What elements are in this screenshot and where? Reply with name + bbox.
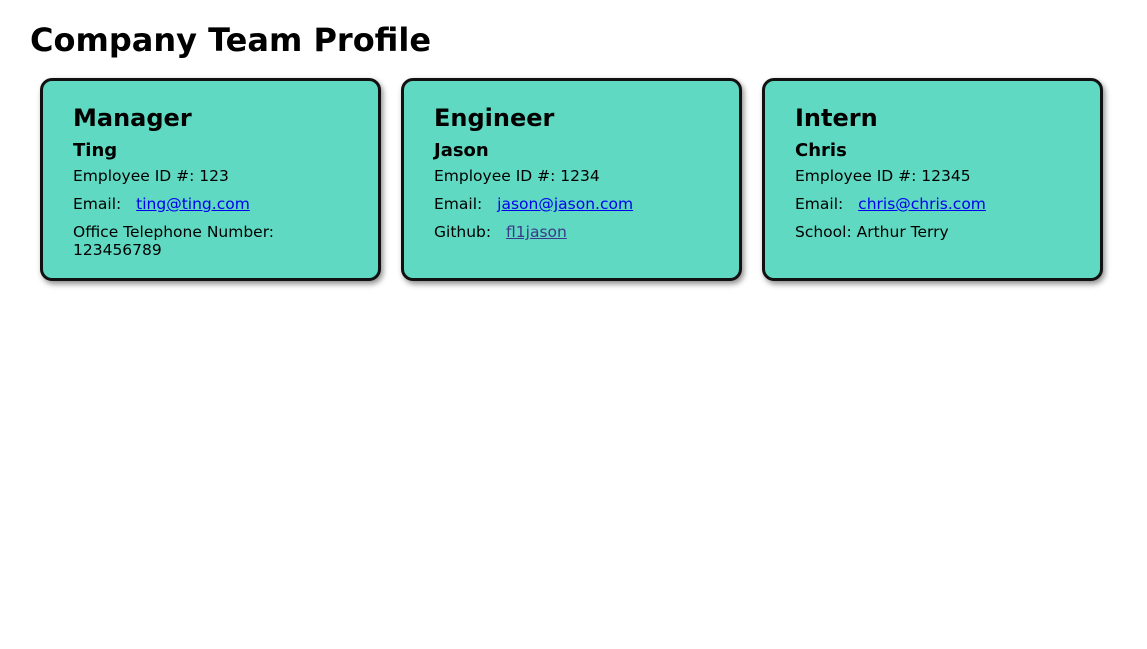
github-link[interactable]: fl1jason bbox=[506, 223, 567, 241]
card-info-list: Employee ID #: 1234 Email: jason@jason.c… bbox=[434, 167, 709, 241]
github-line: Github: fl1jason bbox=[434, 223, 709, 241]
team-cards: Manager Ting Employee ID #: 123 Email: t… bbox=[40, 78, 1103, 281]
school-label: School: bbox=[795, 223, 852, 241]
employee-id-value: 1234 bbox=[560, 167, 600, 185]
office-phone-line: Office Telephone Number: 123456789 bbox=[73, 223, 348, 259]
employee-id-line: Employee ID #: 123 bbox=[73, 167, 348, 185]
email-label: Email: bbox=[795, 195, 844, 213]
email-label: Email: bbox=[434, 195, 483, 213]
employee-id-label: Employee ID #: bbox=[73, 167, 195, 185]
intern-card: Intern Chris Employee ID #: 12345 Email:… bbox=[762, 78, 1103, 281]
email-line: Email: chris@chris.com bbox=[795, 195, 1070, 213]
page-title: Company Team Profile bbox=[30, 21, 432, 59]
email-link[interactable]: ting@ting.com bbox=[136, 195, 250, 213]
card-role: Intern bbox=[795, 104, 878, 132]
employee-id-line: Employee ID #: 1234 bbox=[434, 167, 709, 185]
email-label: Email: bbox=[73, 195, 122, 213]
card-name: Jason bbox=[434, 140, 489, 161]
email-line: Email: ting@ting.com bbox=[73, 195, 348, 213]
manager-card: Manager Ting Employee ID #: 123 Email: t… bbox=[40, 78, 381, 281]
employee-id-value: 12345 bbox=[921, 167, 971, 185]
email-link[interactable]: jason@jason.com bbox=[497, 195, 633, 213]
school-value: Arthur Terry bbox=[856, 223, 949, 241]
employee-id-value: 123 bbox=[199, 167, 229, 185]
card-role: Manager bbox=[73, 104, 192, 132]
card-name: Chris bbox=[795, 140, 847, 161]
school-line: School: Arthur Terry bbox=[795, 223, 1070, 241]
engineer-card: Engineer Jason Employee ID #: 1234 Email… bbox=[401, 78, 742, 281]
email-link[interactable]: chris@chris.com bbox=[858, 195, 986, 213]
card-role: Engineer bbox=[434, 104, 555, 132]
card-info-list: Employee ID #: 12345 Email: chris@chris.… bbox=[795, 167, 1070, 241]
employee-id-label: Employee ID #: bbox=[795, 167, 917, 185]
office-phone-value: 123456789 bbox=[73, 241, 162, 259]
email-line: Email: jason@jason.com bbox=[434, 195, 709, 213]
employee-id-label: Employee ID #: bbox=[434, 167, 556, 185]
employee-id-line: Employee ID #: 12345 bbox=[795, 167, 1070, 185]
card-info-list: Employee ID #: 123 Email: ting@ting.com … bbox=[73, 167, 348, 259]
github-label: Github: bbox=[434, 223, 492, 241]
office-phone-label: Office Telephone Number: bbox=[73, 223, 275, 241]
card-name: Ting bbox=[73, 140, 118, 161]
